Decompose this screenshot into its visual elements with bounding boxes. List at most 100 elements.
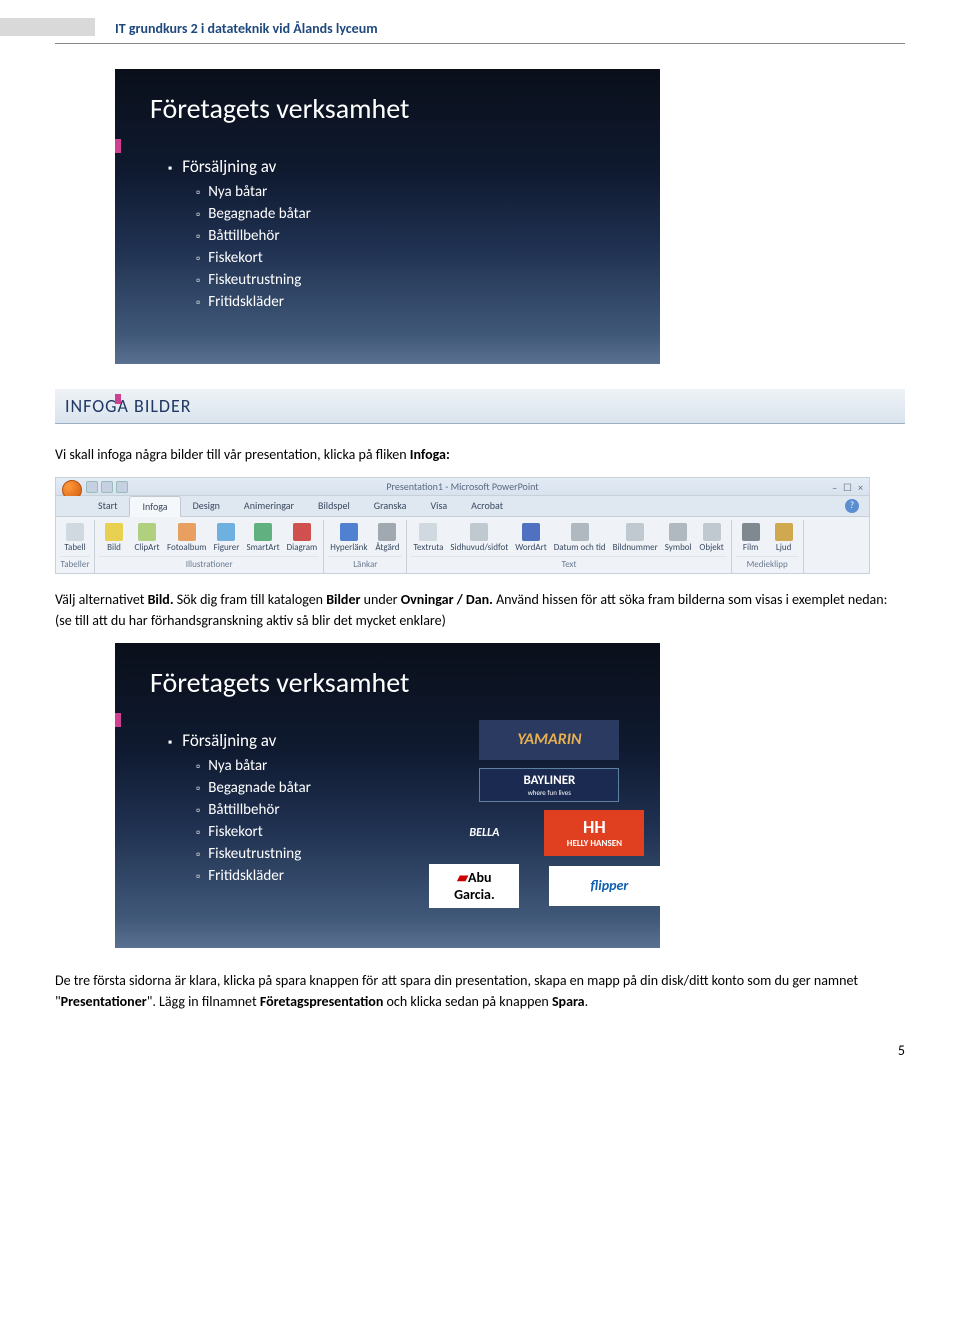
ribbon-btn-label: Film xyxy=(743,543,758,553)
ribbon-btn-clipart[interactable]: ClipArt xyxy=(132,522,162,554)
ribbon-tab-bildspel[interactable]: Bildspel xyxy=(306,496,362,516)
ljud-icon xyxy=(775,523,793,541)
ribbon-btn-fotoalbum[interactable]: Fotoalbum xyxy=(165,522,208,554)
ribbon-group-label: Text xyxy=(411,556,726,571)
ribbon-btn-label: ClipArt xyxy=(134,543,159,553)
slide1-sub-item: Begagnade båtar xyxy=(196,205,630,223)
slide2-logo-area: YAMARIN BAYLINER where fun lives BELLA H… xyxy=(429,665,669,908)
header-rule xyxy=(55,43,905,44)
sidhuvud-sidfot-icon xyxy=(470,523,488,541)
ribbon-titlebar: Presentation1 - Microsoft PowerPoint – ☐… xyxy=(56,478,869,496)
ribbon-btn-label: Symbol xyxy=(665,543,692,553)
minimize-icon[interactable]: – xyxy=(832,481,837,494)
window-title: Presentation1 - Microsoft PowerPoint xyxy=(386,480,538,493)
page-number: 5 xyxy=(55,1042,905,1059)
ribbon-group-medieklipp: Film Ljud Medieklipp xyxy=(732,520,804,573)
wordart-icon xyxy=(522,523,540,541)
ribbon-btn-label: Ljud xyxy=(776,543,791,553)
bildnummer-icon xyxy=(626,523,644,541)
ribbon-btn-sidhuvud-sidfot[interactable]: Sidhuvud/sidfot xyxy=(448,522,510,554)
objekt-icon xyxy=(703,523,721,541)
intro-paragraph: Vi skall infoga några bilder till vår pr… xyxy=(55,444,905,465)
logo-bella: BELLA xyxy=(454,821,514,845)
figurer-icon xyxy=(217,523,235,541)
ribbon-group-label: Illustrationer xyxy=(99,556,319,571)
film-icon xyxy=(742,523,760,541)
slide2-sub-item: Fiskekort xyxy=(196,823,409,841)
ribbon-group-label: Medieklipp xyxy=(736,556,799,571)
ribbon-tab-visa[interactable]: Visa xyxy=(418,496,459,516)
slide1-sub-item: Båttillbehör xyxy=(196,227,630,245)
datum-och-tid-icon xyxy=(571,523,589,541)
ribbon-tab-acrobat[interactable]: Acrobat xyxy=(459,496,515,516)
slide-accent xyxy=(115,139,121,153)
ribbon-btn-label: Diagram xyxy=(287,543,318,553)
slide-accent xyxy=(115,713,121,727)
ribbon-tabs: StartInfogaDesignAnimeringarBildspelGran… xyxy=(56,496,869,517)
ribbon-btn-label: Figurer xyxy=(214,543,240,553)
ribbon-btn-label: Åtgärd xyxy=(375,543,399,553)
slide2-sub-item: Fritidskläder xyxy=(196,867,409,885)
ribbon-btn-ljud[interactable]: Ljud xyxy=(769,522,799,554)
ribbon-btn-tabell[interactable]: Tabell xyxy=(60,522,90,554)
slide1-sub-item: Fiskeutrustning xyxy=(196,271,630,289)
logo-helly-hansen: HH HELLY HANSEN xyxy=(544,810,644,856)
slide-accent xyxy=(115,394,121,404)
slide2-list-heading: Försäljning av Nya båtarBegagnade båtarB… xyxy=(168,730,409,885)
ribbon-group-text: Textruta Sidhuvud/sidfot WordArt Datum och … xyxy=(407,520,731,573)
quick-access-toolbar xyxy=(86,481,128,493)
page-header: IT grundkurs 2 i datateknik vid Ålands l… xyxy=(115,20,905,37)
slide2-title: Företagets verksamhet xyxy=(150,665,409,700)
ribbon-btn--tg-rd[interactable]: Åtgärd xyxy=(372,522,402,554)
ribbon-btn-symbol[interactable]: Symbol xyxy=(663,522,694,554)
qat-save-icon[interactable] xyxy=(86,481,98,493)
qat-redo-icon[interactable] xyxy=(116,481,128,493)
ribbon-btn-label: Tabell xyxy=(64,543,85,553)
bild-icon xyxy=(105,523,123,541)
ribbon-btn-label: Textruta xyxy=(413,543,443,553)
ribbon-btn-label: Sidhuvud/sidfot xyxy=(450,543,508,553)
section-heading-infoga-bilder: INFOGA BILDER xyxy=(55,389,905,424)
slide1-sub-item: Fiskekort xyxy=(196,249,630,267)
ribbon-tab-animeringar[interactable]: Animeringar xyxy=(232,496,306,516)
slide2-sub-item: Begagnade båtar xyxy=(196,779,409,797)
ribbon-btn-label: SmartArt xyxy=(246,543,279,553)
ribbon-btn-objekt[interactable]: Objekt xyxy=(697,522,727,554)
maximize-icon[interactable]: ☐ xyxy=(843,481,852,494)
ribbon-group-tabeller: TabellTabeller xyxy=(56,520,95,573)
logo-yamarin: YAMARIN xyxy=(479,720,619,760)
ribbon-btn-label: Bildnummer xyxy=(613,543,658,553)
symbol-icon xyxy=(669,523,687,541)
ribbon-group-länkar: Hyperlänk Åtgärd Länkar xyxy=(324,520,407,573)
ribbon-btn-wordart[interactable]: WordArt xyxy=(513,522,548,554)
ribbon-tab-infoga[interactable]: Infoga xyxy=(129,496,180,517)
ribbon-group-label: Länkar xyxy=(328,556,402,571)
textruta-icon xyxy=(419,523,437,541)
ribbon-btn-smartart[interactable]: SmartArt xyxy=(244,522,281,554)
slide1-sub-item: Fritidskläder xyxy=(196,293,630,311)
ribbon-btn-figurer[interactable]: Figurer xyxy=(211,522,241,554)
ribbon-btn-label: Bild xyxy=(107,543,121,553)
ribbon-btn-label: Datum och tid xyxy=(554,543,606,553)
ribbon-tab-design[interactable]: Design xyxy=(181,496,232,516)
qat-undo-icon[interactable] xyxy=(101,481,113,493)
slide-preview-2: Företagets verksamhet Försäljning av Nya… xyxy=(115,643,660,948)
ribbon-btn-textruta[interactable]: Textruta xyxy=(411,522,445,554)
ribbon-tab-granska[interactable]: Granska xyxy=(362,496,419,516)
ribbon-btn-hyperl-nk[interactable]: Hyperlänk xyxy=(328,522,369,554)
ribbon-btn-datum-och-tid[interactable]: Datum och tid xyxy=(552,522,608,554)
slide2-sub-item: Båttillbehör xyxy=(196,801,409,819)
logo-flipper: flipper xyxy=(549,866,669,906)
ribbon-btn-diagram[interactable]: Diagram xyxy=(285,522,320,554)
ribbon-btn-film[interactable]: Film xyxy=(736,522,766,554)
powerpoint-ribbon: Presentation1 - Microsoft PowerPoint – ☐… xyxy=(55,477,870,574)
ribbon-group-illustrationer: Bild ClipArt Fotoalbum Figurer SmartArt Diagr… xyxy=(95,520,324,573)
help-icon[interactable]: ? xyxy=(845,499,859,513)
logo-bayliner: BAYLINER where fun lives xyxy=(479,768,619,802)
ribbon-btn-bild[interactable]: Bild xyxy=(99,522,129,554)
close-icon[interactable]: × xyxy=(858,481,863,494)
ribbon-tab-start[interactable]: Start xyxy=(86,496,129,516)
ribbon-btn-bildnummer[interactable]: Bildnummer xyxy=(611,522,660,554)
ribbon-btn-label: WordArt xyxy=(515,543,546,553)
logo-abu-garcia: ▰AbuGarcia. xyxy=(429,864,519,908)
